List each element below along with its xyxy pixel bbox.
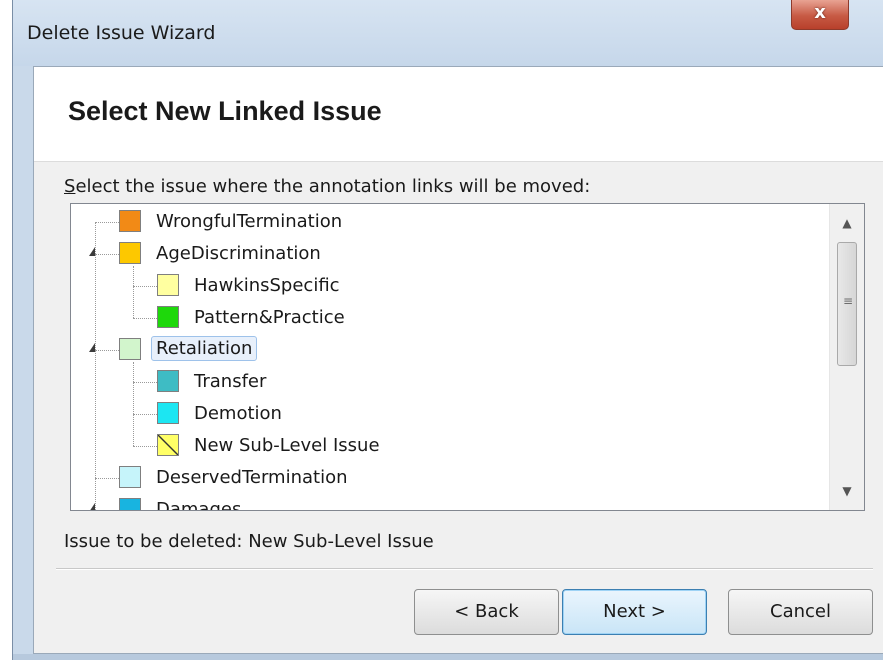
issue-color-icon [119,338,141,360]
tree-connector [95,478,119,479]
collapse-arrow-icon[interactable] [89,503,95,510]
tree-item-label: New Sub-Level Issue [194,435,380,456]
tree-connector [95,254,119,255]
wizard-window: Delete Issue Wizard x Select New Linked … [12,0,883,660]
collapse-arrow-icon[interactable] [89,247,95,256]
prompt-text: elect the issue where the annotation lin… [75,176,591,197]
tree-item[interactable]: Pattern&Practice [71,302,831,334]
scrollbar-thumb[interactable]: ≡ [837,242,857,366]
close-icon: x [814,2,826,23]
tree-item-label: DeservedTermination [156,467,348,488]
tree-connector [133,414,157,415]
issue-color-icon [119,210,141,232]
scrollbar-grip-icon: ≡ [843,294,854,308]
issue-color-icon [119,466,141,488]
tree-connector [133,318,157,319]
page-title: Select New Linked Issue [68,96,382,126]
tree-connector [133,446,157,447]
issue-color-icon [119,498,141,510]
tree-item[interactable]: Retaliation [71,334,831,366]
tree-item[interactable]: Transfer [71,366,831,398]
cancel-button[interactable]: Cancel [728,589,873,635]
issue-color-icon [119,242,141,264]
tree-vertical-scrollbar[interactable]: ▲ ≡ ▼ [829,204,864,510]
scroll-down-arrow-icon[interactable]: ▼ [830,476,864,506]
issue-tree[interactable]: WrongfulTermination AgeDiscrimination Hawk… [70,203,865,511]
issue-color-icon [157,402,179,424]
issue-color-icon [157,274,179,296]
footer-divider [56,568,873,570]
prompt-accelerator: S [64,176,76,197]
issue-tree-content: WrongfulTermination AgeDiscrimination Hawk… [71,204,831,510]
next-button[interactable]: Next > [562,589,707,635]
tree-item[interactable]: Demotion [71,398,831,430]
tree-connector [133,382,157,383]
title-bar[interactable]: Delete Issue Wizard x [13,0,883,66]
collapse-arrow-icon[interactable] [89,343,95,352]
tree-item-label: HawkinsSpecific [194,275,340,296]
tree-item[interactable]: WrongfulTermination [71,206,831,238]
tree-connector [133,286,157,287]
tree-connector [95,222,119,223]
tree-item[interactable]: Damages [71,494,831,510]
close-button[interactable]: x [791,0,849,30]
tree-item-label: AgeDiscrimination [156,243,321,264]
scroll-up-arrow-icon[interactable]: ▲ [830,208,864,238]
tree-item[interactable]: New Sub-Level Issue [71,430,831,462]
back-button[interactable]: < Back [414,589,559,635]
tree-item[interactable]: HawkinsSpecific [71,270,831,302]
tree-item-label: Pattern&Practice [194,307,345,328]
tree-prompt-label: Select the issue where the annotation li… [64,176,590,197]
window-bottom-border [13,654,883,660]
issue-to-delete-status: Issue to be deleted: New Sub-Level Issue [64,531,434,552]
tree-item-label: Demotion [194,403,282,424]
tree-item-label: Retaliation [151,336,258,361]
tree-item[interactable]: DeservedTermination [71,462,831,494]
issue-color-icon [157,370,179,392]
issue-color-icon [157,434,179,456]
tree-item-label: Damages [156,499,242,510]
issue-color-icon [157,306,179,328]
tree-item-label: WrongfulTermination [156,211,343,232]
tree-item-label: Transfer [194,371,267,392]
wizard-client-area: Select New Linked Issue Select the issue… [33,66,883,654]
tree-connector [95,350,119,351]
tree-item[interactable]: AgeDiscrimination [71,238,831,270]
wizard-header: Select New Linked Issue [34,67,883,162]
window-title: Delete Issue Wizard [27,22,216,44]
